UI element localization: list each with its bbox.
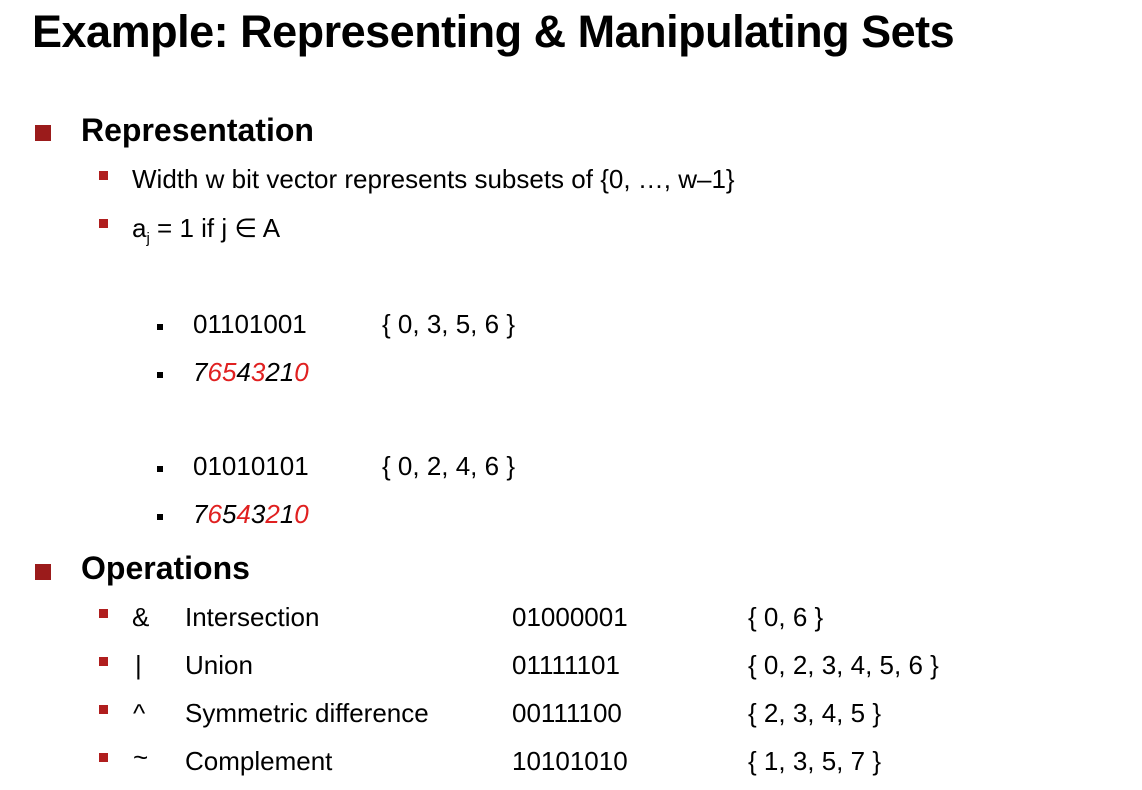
- aj-rest: = 1 if j ∈ A: [149, 213, 281, 243]
- bullet-square-icon: [99, 657, 108, 666]
- bit-index-digit: 5: [221, 357, 237, 387]
- bit-index-row: 76543210: [193, 357, 309, 388]
- bit-index-digit: 0: [294, 357, 309, 387]
- op-set: { 0, 2, 3, 4, 5, 6 }: [748, 650, 939, 680]
- op-bits: 01111101: [512, 650, 620, 680]
- bit-index-digit: 0: [294, 499, 309, 529]
- bit-index-digit: 7: [193, 499, 208, 529]
- bit-index-digit: 4: [236, 499, 251, 529]
- bit-index-digit: 3: [250, 499, 266, 529]
- operations-heading: Operations: [81, 550, 250, 586]
- example-bits: 01010101: [193, 451, 309, 481]
- bit-index-digit: 6: [207, 499, 222, 529]
- op-name: Intersection: [185, 602, 320, 632]
- example-set: { 0, 2, 4, 6 }: [382, 451, 515, 481]
- op-symbol: |: [135, 650, 142, 680]
- op-bits: 01000001: [512, 602, 628, 632]
- op-name: Complement: [185, 746, 333, 776]
- bullet-square-icon: [99, 753, 108, 762]
- op-symbol: ^: [133, 698, 146, 728]
- bullet-square-icon: [35, 125, 51, 141]
- bit-index-digit: 3: [250, 357, 266, 387]
- op-set: { 2, 3, 4, 5 }: [748, 698, 881, 728]
- aj-bullet-text: aj = 1 if j ∈ A: [132, 213, 280, 247]
- bit-index-row: 76543210: [193, 499, 309, 530]
- bit-index-digit: 5: [221, 499, 237, 529]
- example-bits: 01101001: [193, 309, 307, 339]
- bullet-square-icon: [157, 466, 163, 472]
- bit-index-digit: 2: [265, 357, 280, 387]
- bullet-square-icon: [99, 219, 108, 228]
- aj-base: a: [132, 213, 147, 243]
- op-name: Symmetric difference: [185, 698, 429, 728]
- op-symbol: &: [132, 602, 150, 632]
- slide-title: Example: Representing & Manipulating Set…: [32, 6, 955, 57]
- representation-heading: Representation: [81, 112, 314, 148]
- op-set: { 1, 3, 5, 7 }: [748, 746, 881, 776]
- op-bits: 00111100: [512, 698, 622, 728]
- bit-index-digit: 1: [279, 499, 295, 529]
- bit-index-digit: 2: [265, 499, 280, 529]
- bullet-square-icon: [35, 564, 51, 580]
- op-symbol: ~: [133, 742, 149, 772]
- op-set: { 0, 6 }: [748, 602, 824, 632]
- bullet-square-icon: [99, 705, 108, 714]
- bullet-square-icon: [157, 514, 163, 520]
- example-set: { 0, 3, 5, 6 }: [382, 309, 515, 339]
- bit-index-digit: 1: [279, 357, 295, 387]
- width-bullet-text: Width w bit vector represents subsets of…: [132, 164, 735, 194]
- bullet-square-icon: [99, 171, 108, 180]
- bit-index-digit: 6: [207, 357, 222, 387]
- bullet-square-icon: [99, 609, 108, 618]
- bit-index-digit: 4: [236, 357, 251, 387]
- bit-index-digit: 7: [193, 357, 208, 387]
- op-name: Union: [185, 650, 253, 680]
- bullet-square-icon: [157, 324, 163, 330]
- op-bits: 10101010: [512, 746, 628, 776]
- bullet-square-icon: [157, 372, 163, 378]
